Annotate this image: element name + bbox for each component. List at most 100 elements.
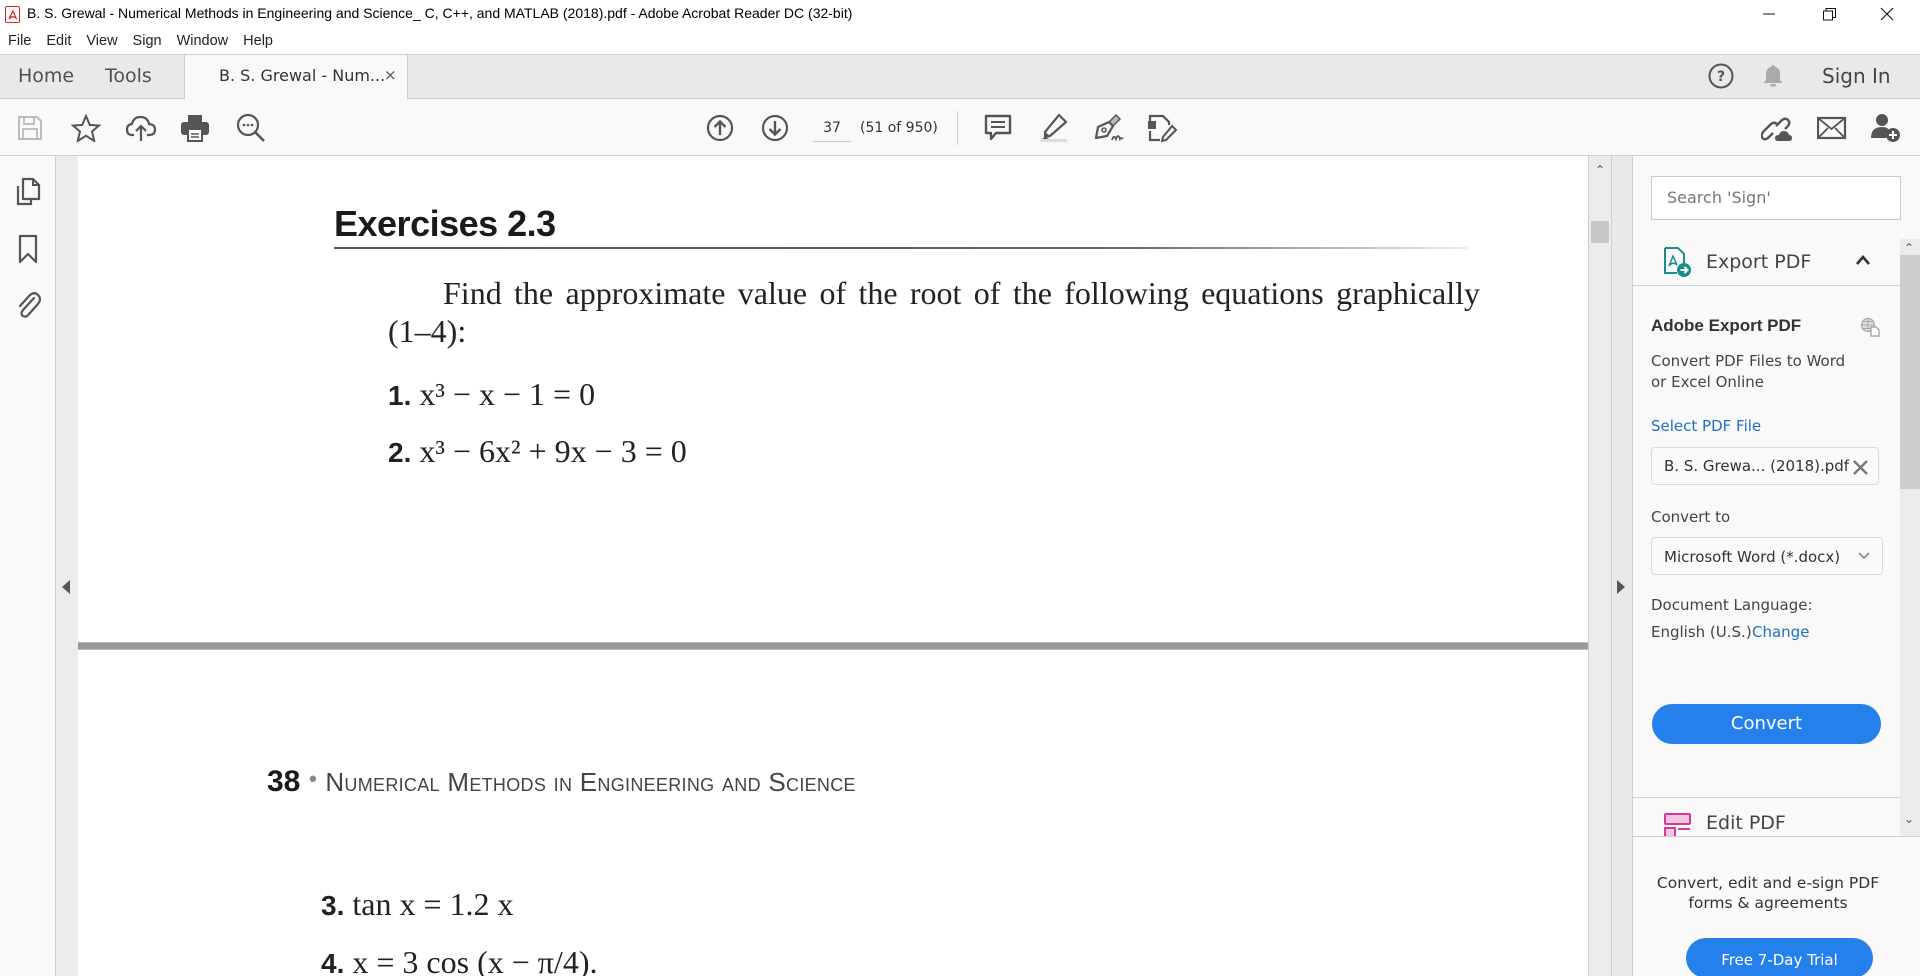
menu-help[interactable]: Help (243, 33, 273, 49)
chevron-down-icon (1857, 548, 1871, 567)
sign-pen-icon[interactable] (1091, 111, 1125, 145)
edit-pdf-icon (1663, 812, 1693, 836)
close-tab-icon[interactable]: × (384, 66, 397, 84)
comment-icon[interactable] (981, 111, 1015, 145)
svg-text:?: ? (1717, 69, 1725, 85)
share-link-icon[interactable] (1760, 111, 1794, 145)
tab-document[interactable]: B. S. Grewal - Num... × (184, 54, 408, 99)
menu-edit[interactable]: Edit (46, 33, 71, 49)
item-number: 1. (388, 380, 412, 411)
convert-to-label: Convert to (1651, 508, 1731, 526)
document-language-label: Document Language: (1651, 596, 1813, 614)
email-icon[interactable] (1815, 111, 1849, 145)
exercise-item: 3. tan x = 1.2 x (321, 886, 514, 923)
page-number-input[interactable]: 37 (813, 114, 851, 142)
sign-in-button[interactable]: Sign In (1822, 64, 1891, 88)
tab-bar: Home Tools B. S. Grewal - Num... × ? Sig… (0, 54, 1920, 99)
running-header: 38 • Numerical Methods in Engineering and … (267, 765, 856, 799)
print-icon[interactable] (178, 111, 212, 145)
heading-rule (334, 247, 1468, 249)
search-sign-input[interactable]: Search 'Sign' (1651, 176, 1901, 220)
document-viewport[interactable]: Exercises 2.3 Find the approximate value… (78, 156, 1588, 976)
collapse-right-panel-arrow-icon[interactable] (1617, 580, 1625, 594)
collapse-section-chevron-icon[interactable] (1855, 250, 1871, 271)
bullet-separator: • (306, 768, 320, 793)
collapse-left-panel-arrow-icon[interactable] (62, 580, 70, 594)
export-description: Convert PDF Files to Word or Excel Onlin… (1651, 352, 1846, 391)
menu-sign[interactable]: Sign (133, 33, 162, 49)
menu-bar: File Edit View Sign Window Help (0, 28, 1920, 54)
page-separator (78, 642, 1588, 650)
edit-fill-icon[interactable] (1145, 111, 1179, 145)
scroll-thumb[interactable] (1591, 221, 1609, 243)
highlight-icon[interactable] (1036, 111, 1070, 145)
right-panel-collapse-strip[interactable] (1611, 156, 1633, 976)
exercise-item: 1. x³ − x − 1 = 0 (388, 376, 595, 413)
bookmarks-icon[interactable] (12, 233, 44, 265)
close-window-button[interactable] (1858, 0, 1916, 28)
left-navigation-rail (0, 156, 56, 976)
free-trial-button[interactable]: Free 7-Day Trial (1686, 938, 1873, 976)
save-icon[interactable] (13, 111, 47, 145)
prev-page-icon[interactable] (703, 111, 737, 145)
page-number: 38 (267, 765, 301, 798)
selected-file-name: B. S. Grewa... (2018).pdf (1664, 457, 1850, 475)
edit-pdf-section-header[interactable]: Edit PDF (1633, 798, 1900, 836)
toolbar-divider (957, 111, 958, 145)
export-pdf-icon (1663, 246, 1693, 278)
book-title: Numerical Methods in Engineering and Sci… (325, 767, 856, 797)
selected-file-field[interactable]: B. S. Grewa... (2018).pdf (1651, 447, 1879, 485)
document-scrollbar[interactable]: ⌃ (1588, 156, 1611, 976)
minimize-button[interactable] (1740, 0, 1798, 28)
next-page-icon[interactable] (758, 111, 792, 145)
document-language-value: English (U.S.) (1651, 623, 1752, 641)
item-number: 2. (388, 437, 412, 468)
document-tab-label: B. S. Grewal - Num... (219, 66, 386, 85)
tab-tools[interactable]: Tools (105, 55, 152, 98)
exercise-item: 4. x = 3 cos (x − π/4). (321, 944, 597, 976)
scroll-thumb[interactable] (1900, 255, 1920, 489)
item-equation: x³ − x − 1 = 0 (419, 376, 596, 412)
export-pdf-title: Export PDF (1706, 251, 1812, 273)
right-panel-scrollbar[interactable]: ⌃ ⌄ (1900, 239, 1920, 836)
promo-text: Convert, edit and e-sign PDF forms & agr… (1656, 874, 1880, 912)
convert-button[interactable]: Convert (1652, 704, 1881, 744)
scroll-up-arrow-icon[interactable]: ⌃ (1595, 163, 1605, 177)
remove-file-icon[interactable] (1852, 453, 1870, 487)
restore-button[interactable] (1800, 0, 1858, 28)
add-user-icon[interactable] (1869, 111, 1903, 145)
help-icon[interactable]: ? (1708, 63, 1734, 89)
item-equation: tan x = 1.2 x (352, 886, 514, 922)
menu-view[interactable]: View (86, 33, 117, 49)
item-equation: x³ − 6x² + 9x − 3 = 0 (419, 433, 687, 469)
item-number: 4. (321, 948, 345, 976)
notifications-bell-icon[interactable] (1761, 63, 1785, 89)
select-pdf-file-link[interactable]: Select PDF File (1651, 417, 1761, 435)
scroll-up-arrow-icon[interactable]: ⌃ (1904, 241, 1914, 255)
edit-pdf-title: Edit PDF (1706, 812, 1786, 834)
tab-home[interactable]: Home (18, 55, 74, 98)
left-gutter (56, 156, 78, 976)
window-title: B. S. Grewal - Numerical Methods in Engi… (27, 5, 853, 21)
bookmark-star-icon[interactable] (69, 111, 103, 145)
selected-format: Microsoft Word (*.docx) (1664, 548, 1841, 566)
scroll-down-arrow-icon[interactable]: ⌄ (1904, 812, 1914, 826)
language-globe-icon[interactable] (1860, 317, 1880, 337)
upload-cloud-icon[interactable] (124, 111, 158, 145)
attachments-icon[interactable] (12, 289, 44, 321)
item-number: 3. (321, 890, 345, 921)
exercise-item: 2. x³ − 6x² + 9x − 3 = 0 (388, 433, 687, 470)
toolbar: 37 (51 of 950) (0, 99, 1920, 156)
title-bar: B. S. Grewal - Numerical Methods in Engi… (0, 0, 1920, 28)
adobe-export-pdf-title: Adobe Export PDF (1651, 316, 1802, 335)
export-pdf-section-header[interactable]: Export PDF (1633, 238, 1900, 286)
convert-format-dropdown[interactable]: Microsoft Word (*.docx) (1651, 537, 1883, 575)
change-language-link[interactable]: Change (1752, 623, 1809, 641)
page-thumbnails-icon[interactable] (12, 176, 44, 208)
exercise-instructions: Find the approximate value of the root o… (388, 275, 1480, 349)
search-more-icon[interactable] (234, 111, 268, 145)
menu-window[interactable]: Window (177, 33, 229, 49)
exercises-heading: Exercises 2.3 (334, 203, 556, 244)
menu-file[interactable]: File (8, 33, 31, 49)
promo-area: Convert, edit and e-sign PDF forms & agr… (1633, 837, 1900, 976)
